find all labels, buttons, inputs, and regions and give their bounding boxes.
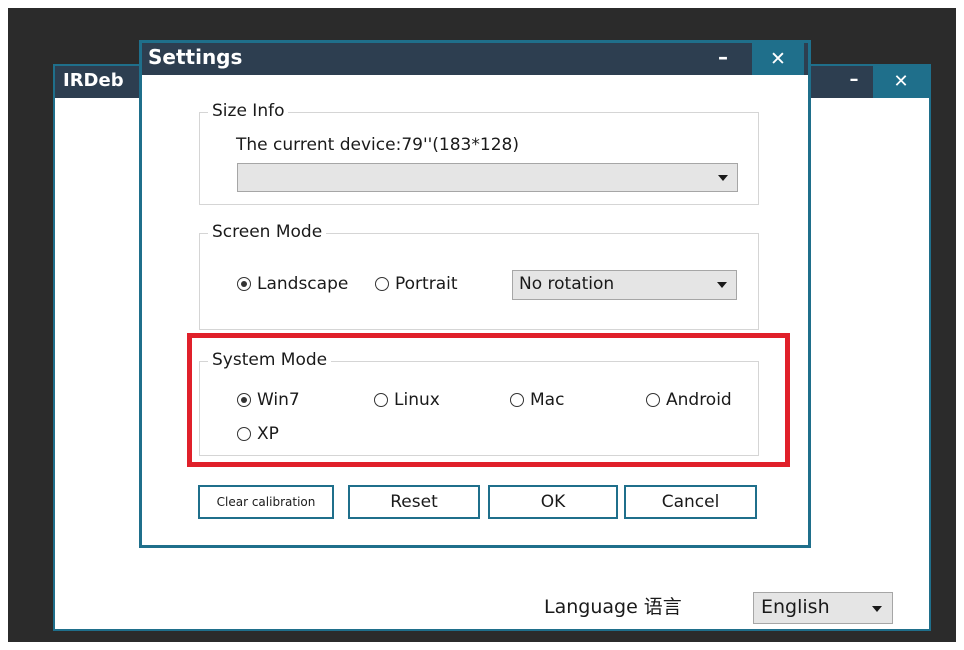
device-size-select[interactable]: [237, 163, 738, 192]
cancel-button[interactable]: Cancel: [624, 485, 757, 519]
language-label: Language 语言: [544, 596, 682, 618]
screen-mode-group: Screen Mode Landscape Portrait No rotati…: [199, 222, 759, 330]
radio-unselected-icon: [375, 277, 389, 291]
clear-calibration-button[interactable]: Clear calibration: [198, 485, 334, 519]
radio-selected-icon: [237, 277, 251, 291]
ok-button[interactable]: OK: [488, 485, 618, 519]
portrait-label: Portrait: [395, 274, 458, 294]
settings-close-button[interactable]: ✕: [752, 43, 804, 75]
landscape-radio[interactable]: Landscape: [237, 274, 348, 294]
settings-dialog: Settings – ✕ Size Info The current devic…: [139, 40, 811, 548]
chevron-down-icon: [872, 606, 882, 612]
language-select-value: English: [761, 596, 830, 618]
settings-minimize-button[interactable]: –: [710, 45, 736, 71]
reset-button[interactable]: Reset: [348, 485, 480, 519]
size-info-group: Size Info The current device:79''(183*12…: [199, 101, 759, 205]
screen-mode-legend: Screen Mode: [208, 222, 327, 242]
settings-title: Settings: [148, 45, 243, 69]
rotation-select-value: No rotation: [519, 274, 615, 294]
system-mode-highlight: [187, 333, 790, 467]
main-close-button[interactable]: ✕: [873, 66, 929, 98]
main-window-title: IRDeb: [63, 70, 124, 91]
size-info-legend: Size Info: [208, 101, 289, 121]
main-minimize-button[interactable]: –: [841, 69, 867, 95]
rotation-select[interactable]: No rotation: [512, 270, 737, 300]
language-select[interactable]: English: [753, 592, 893, 624]
landscape-label: Landscape: [257, 274, 349, 294]
chevron-down-icon: [717, 282, 727, 288]
portrait-radio[interactable]: Portrait: [375, 274, 458, 294]
chevron-down-icon: [718, 175, 728, 181]
settings-titlebar[interactable]: Settings – ✕: [142, 43, 808, 75]
device-info-text: The current device:79''(183*128): [236, 135, 519, 155]
